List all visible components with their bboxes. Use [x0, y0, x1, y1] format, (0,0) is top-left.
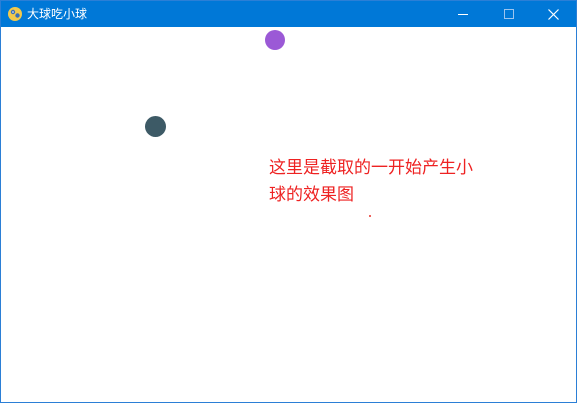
- annotation-text: 这里是截取的一开始产生小 球的效果图: [269, 155, 499, 209]
- annotation-line-1: 这里是截取的一开始产生小: [269, 158, 473, 178]
- app-window: 大球吃小球 这里是截取的一开始产生小 球的效果图: [0, 0, 577, 403]
- ball-red-tiny: [369, 215, 371, 217]
- close-icon: [547, 8, 559, 20]
- minimize-button[interactable]: [440, 1, 486, 27]
- maximize-icon: [504, 9, 514, 19]
- ball-purple: [265, 30, 285, 50]
- window-title: 大球吃小球: [27, 7, 88, 21]
- annotation-line-2: 球的效果图: [269, 185, 354, 205]
- ball-slate: [145, 116, 166, 137]
- title-bar[interactable]: 大球吃小球: [1, 1, 576, 27]
- close-button[interactable]: [530, 1, 576, 27]
- maximize-button[interactable]: [486, 1, 532, 27]
- pygame-snake-icon: [8, 7, 22, 21]
- minimize-icon: [458, 14, 468, 15]
- game-canvas[interactable]: 这里是截取的一开始产生小 球的效果图: [1, 27, 576, 402]
